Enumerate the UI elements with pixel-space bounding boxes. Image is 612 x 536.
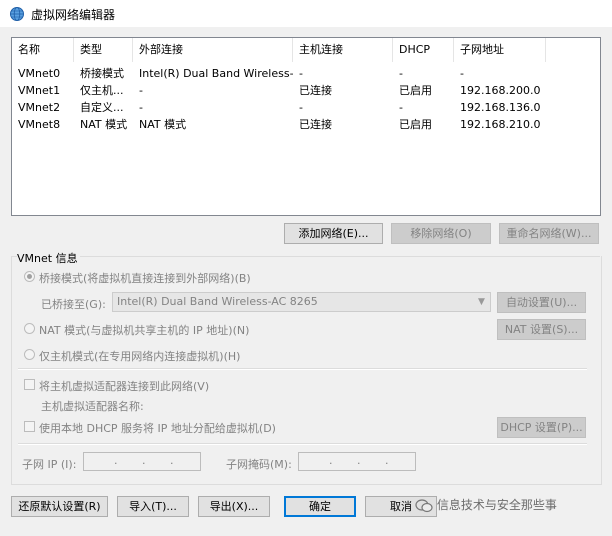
ip-dot: .: [170, 454, 174, 467]
cell-dhcp: 已启用: [399, 84, 432, 97]
bridged-mode-label: 桥接模式(将虚拟机直接连接到外部网络)(B): [39, 272, 251, 285]
cell-dhcp: -: [399, 101, 403, 114]
use-dhcp-label: 使用本地 DHCP 服务将 IP 地址分配给虚拟机(D): [39, 422, 276, 435]
cell-dhcp: -: [399, 67, 403, 80]
cell-name: VMnet8: [18, 118, 61, 131]
cell-external: -: [139, 101, 143, 114]
export-button[interactable]: 导出(X)...: [198, 496, 270, 517]
connect-adapter-label: 将主机虚拟适配器连接到此网络(V): [39, 380, 210, 393]
cell-name: VMnet2: [18, 101, 61, 114]
ok-button[interactable]: 确定: [284, 496, 356, 517]
cell-dhcp: 已启用: [399, 118, 432, 131]
cell-subnet: 192.168.200.0: [460, 84, 541, 97]
table-row[interactable]: VMnet8 NAT 模式 NAT 模式 已连接 已启用 192.168.210…: [12, 116, 600, 133]
cell-type: 自定义...: [80, 101, 124, 114]
watermark: 信息技术与安全那些事: [415, 496, 557, 513]
rename-network-button[interactable]: 重命名网络(W)...: [499, 223, 599, 244]
cell-host: -: [299, 101, 303, 114]
subnet-mask-label: 子网掩码(M):: [226, 458, 292, 471]
nat-mode-radio[interactable]: [24, 323, 35, 334]
cell-external: -: [139, 84, 143, 97]
cell-host: 已连接: [299, 118, 332, 131]
column-header-subnet[interactable]: 子网地址: [454, 38, 546, 62]
nat-settings-button[interactable]: NAT 设置(S)...: [497, 319, 586, 340]
auto-settings-button[interactable]: 自动设置(U)...: [497, 292, 586, 313]
column-header-dhcp[interactable]: DHCP: [393, 38, 454, 62]
import-button[interactable]: 导入(T)...: [117, 496, 189, 517]
chevron-down-icon: ▼: [478, 297, 485, 307]
bridged-to-value: Intel(R) Dual Band Wireless-AC 8265: [117, 295, 318, 308]
column-header-name[interactable]: 名称: [12, 38, 74, 62]
vmnet-info-group: [11, 256, 602, 485]
column-header-external[interactable]: 外部连接: [133, 38, 293, 62]
add-network-button[interactable]: 添加网络(E)...: [284, 223, 383, 244]
ip-dot: .: [114, 454, 118, 467]
network-list[interactable]: 名称 类型 外部连接 主机连接 DHCP 子网地址 VMnet0 桥接模式 In…: [11, 37, 601, 216]
cell-host: 已连接: [299, 84, 332, 97]
cell-type: NAT 模式: [80, 118, 128, 131]
ip-dot: .: [142, 454, 146, 467]
bridged-to-select[interactable]: Intel(R) Dual Band Wireless-AC 8265 ▼: [112, 292, 491, 312]
host-only-mode-label: 仅主机模式(在专用网络内连接虚拟机)(H): [39, 350, 241, 363]
cell-subnet: -: [460, 67, 464, 80]
cell-subnet: 192.168.210.0: [460, 118, 541, 131]
bridged-to-label: 已桥接至(G):: [41, 298, 106, 311]
ip-dot: .: [385, 454, 389, 467]
cell-external: NAT 模式: [139, 118, 187, 131]
cell-name: VMnet1: [18, 84, 61, 97]
cell-type: 仅主机...: [80, 84, 124, 97]
wechat-icon: [415, 498, 433, 512]
cell-name: VMnet0: [18, 67, 61, 80]
subnet-ip-label: 子网 IP (I):: [22, 458, 77, 471]
cell-host: -: [299, 67, 303, 80]
title-bar: 虚拟网络编辑器: [0, 0, 612, 27]
divider: [18, 368, 587, 370]
subnet-ip-input[interactable]: . . .: [83, 452, 201, 471]
table-row[interactable]: VMnet2 自定义... - - - 192.168.136.0: [12, 99, 600, 116]
divider: [18, 443, 587, 445]
table-row[interactable]: VMnet1 仅主机... - 已连接 已启用 192.168.200.0: [12, 82, 600, 99]
watermark-text: 信息技术与安全那些事: [436, 498, 557, 512]
ip-dot: .: [357, 454, 361, 467]
ip-dot: .: [329, 454, 333, 467]
list-header: 名称 类型 外部连接 主机连接 DHCP 子网地址: [12, 38, 600, 62]
window-title: 虚拟网络编辑器: [31, 8, 116, 22]
connect-adapter-checkbox[interactable]: [24, 379, 35, 390]
cell-type: 桥接模式: [80, 67, 124, 80]
use-dhcp-checkbox[interactable]: [24, 421, 35, 432]
bridged-mode-radio[interactable]: [24, 271, 35, 282]
column-header-type[interactable]: 类型: [74, 38, 133, 62]
host-only-mode-radio[interactable]: [24, 349, 35, 360]
dhcp-settings-button[interactable]: DHCP 设置(P)...: [497, 417, 586, 438]
subnet-mask-input[interactable]: . . .: [298, 452, 416, 471]
vmnet-info-title: VMnet 信息: [17, 252, 78, 265]
globe-network-icon: [10, 7, 24, 21]
cell-external: Intel(R) Dual Band Wireless-...: [139, 67, 293, 80]
column-header-host[interactable]: 主机连接: [293, 38, 393, 62]
adapter-name-label: 主机虚拟适配器名称:: [41, 400, 144, 413]
restore-defaults-button[interactable]: 还原默认设置(R): [11, 496, 108, 517]
table-row[interactable]: VMnet0 桥接模式 Intel(R) Dual Band Wireless-…: [12, 65, 600, 82]
cell-subnet: 192.168.136.0: [460, 101, 541, 114]
remove-network-button[interactable]: 移除网络(O): [391, 223, 491, 244]
nat-mode-label: NAT 模式(与虚拟机共享主机的 IP 地址)(N): [39, 324, 250, 337]
